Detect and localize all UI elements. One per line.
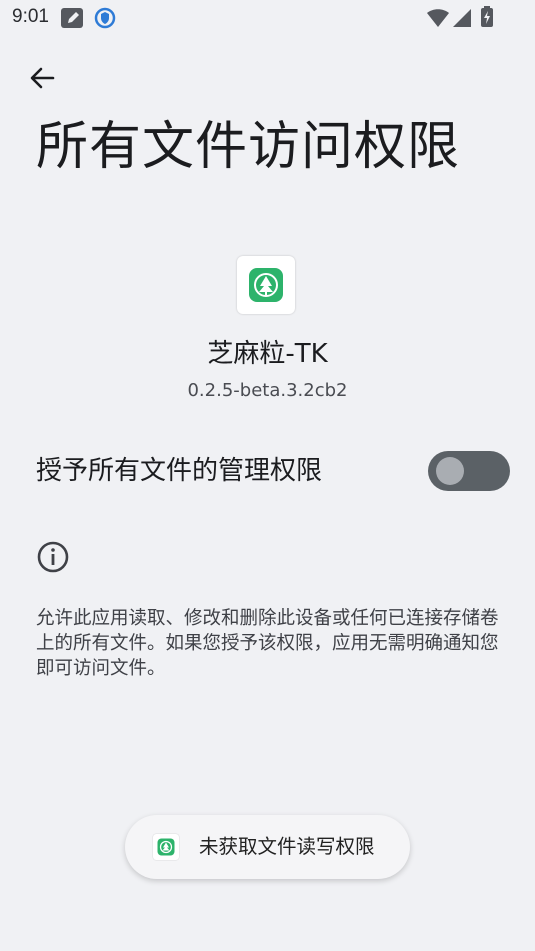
edit-note-icon xyxy=(60,7,84,33)
back-button[interactable] xyxy=(22,58,62,98)
arrow-left-icon xyxy=(30,67,55,89)
signal-icon xyxy=(452,8,472,32)
page-title: 所有文件访问权限 xyxy=(36,117,461,177)
battery-charging-icon xyxy=(480,6,494,32)
wifi-icon xyxy=(426,8,450,32)
app-version: 0.2.5-beta.3.2cb2 xyxy=(187,380,348,401)
switch-thumb xyxy=(436,457,464,485)
manage-all-files-switch[interactable] xyxy=(428,451,510,491)
app-name: 芝麻粒-TK xyxy=(207,339,328,369)
permission-description: 允许此应用读取、修改和删除此设备或任何已连接存储卷上的所有文件。如果您授予该权限… xyxy=(36,608,499,679)
toast-app-icon xyxy=(153,834,179,860)
info-icon xyxy=(36,540,70,574)
tree-leaf-icon xyxy=(157,838,175,856)
manage-all-files-toggle-row[interactable]: 授予所有文件的管理权限 xyxy=(36,446,516,498)
tree-leaf-icon xyxy=(249,268,283,302)
shield-icon xyxy=(94,7,116,33)
app-icon xyxy=(237,256,295,314)
toggle-label: 授予所有文件的管理权限 xyxy=(36,456,323,486)
toast-text: 未获取文件读写权限 xyxy=(199,835,375,858)
toast-message: 未获取文件读写权限 xyxy=(125,815,410,879)
status-bar: 9:01 xyxy=(0,0,535,36)
status-time: 9:01 xyxy=(12,6,49,27)
